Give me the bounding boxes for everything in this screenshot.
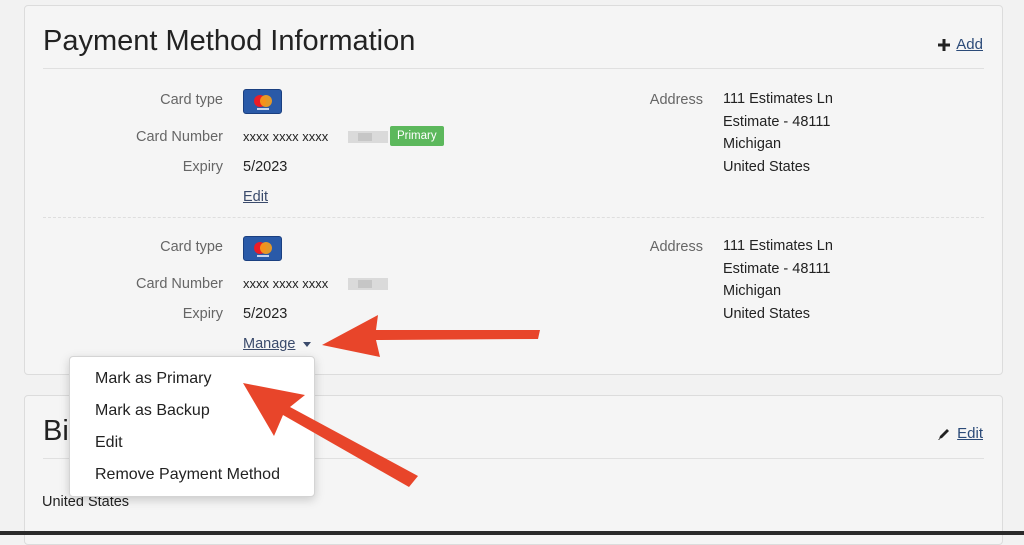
card-type-label: Card type [160,239,223,255]
edit-card-link[interactable]: Edit [243,189,268,205]
billing-title: Bi [43,415,69,447]
manage-dropdown-toggle[interactable]: Manage [243,336,312,352]
card-number-label: Card Number [135,129,223,145]
primary-badge: Primary [390,126,444,146]
menu-item-mark-as-backup[interactable]: Mark as Backup [95,402,210,420]
expiry-value: 5/2023 [243,306,288,322]
expiry-label: Expiry [182,306,223,322]
address-block: 111 Estimates Ln Estimate - 48111 Michig… [723,91,833,175]
payment-method-panel: Payment Method Information Add Card type… [24,5,1003,375]
expiry-value: 5/2023 [243,159,288,175]
edit-label: Edit [957,425,983,442]
manage-label[interactable]: Manage [243,336,295,352]
card-divider [43,217,984,218]
address-label: Address [649,92,703,108]
add-label: Add [956,36,983,53]
address-block: 111 Estimates Ln Estimate - 48111 Michig… [723,238,833,322]
mastercard-icon [243,89,282,114]
edit-billing-link[interactable]: Edit [937,425,983,442]
bottom-edge [0,531,1024,535]
menu-item-edit[interactable]: Edit [95,434,123,452]
address-label: Address [649,239,703,255]
panel-title: Payment Method Information [43,25,416,57]
masked-digits [348,278,388,290]
divider [43,68,984,69]
card-number-value: xxxx xxxx xxxx Primary [243,126,444,146]
card-number-label: Card Number [135,276,223,292]
menu-item-mark-as-primary[interactable]: Mark as Primary [95,370,211,388]
plus-icon [938,38,951,51]
card-type-label: Card type [160,92,223,108]
caret-down-icon [303,341,312,347]
card-number-value: xxxx xxxx xxxx [243,276,388,291]
masked-digits [348,131,388,143]
mastercard-icon [243,236,282,261]
add-payment-method-link[interactable]: Add [938,36,983,53]
expiry-label: Expiry [182,159,223,175]
pencil-icon [938,428,950,440]
menu-item-remove-payment-method[interactable]: Remove Payment Method [95,466,280,484]
manage-dropdown-menu: Mark as Primary Mark as Backup Edit Remo… [69,356,315,497]
